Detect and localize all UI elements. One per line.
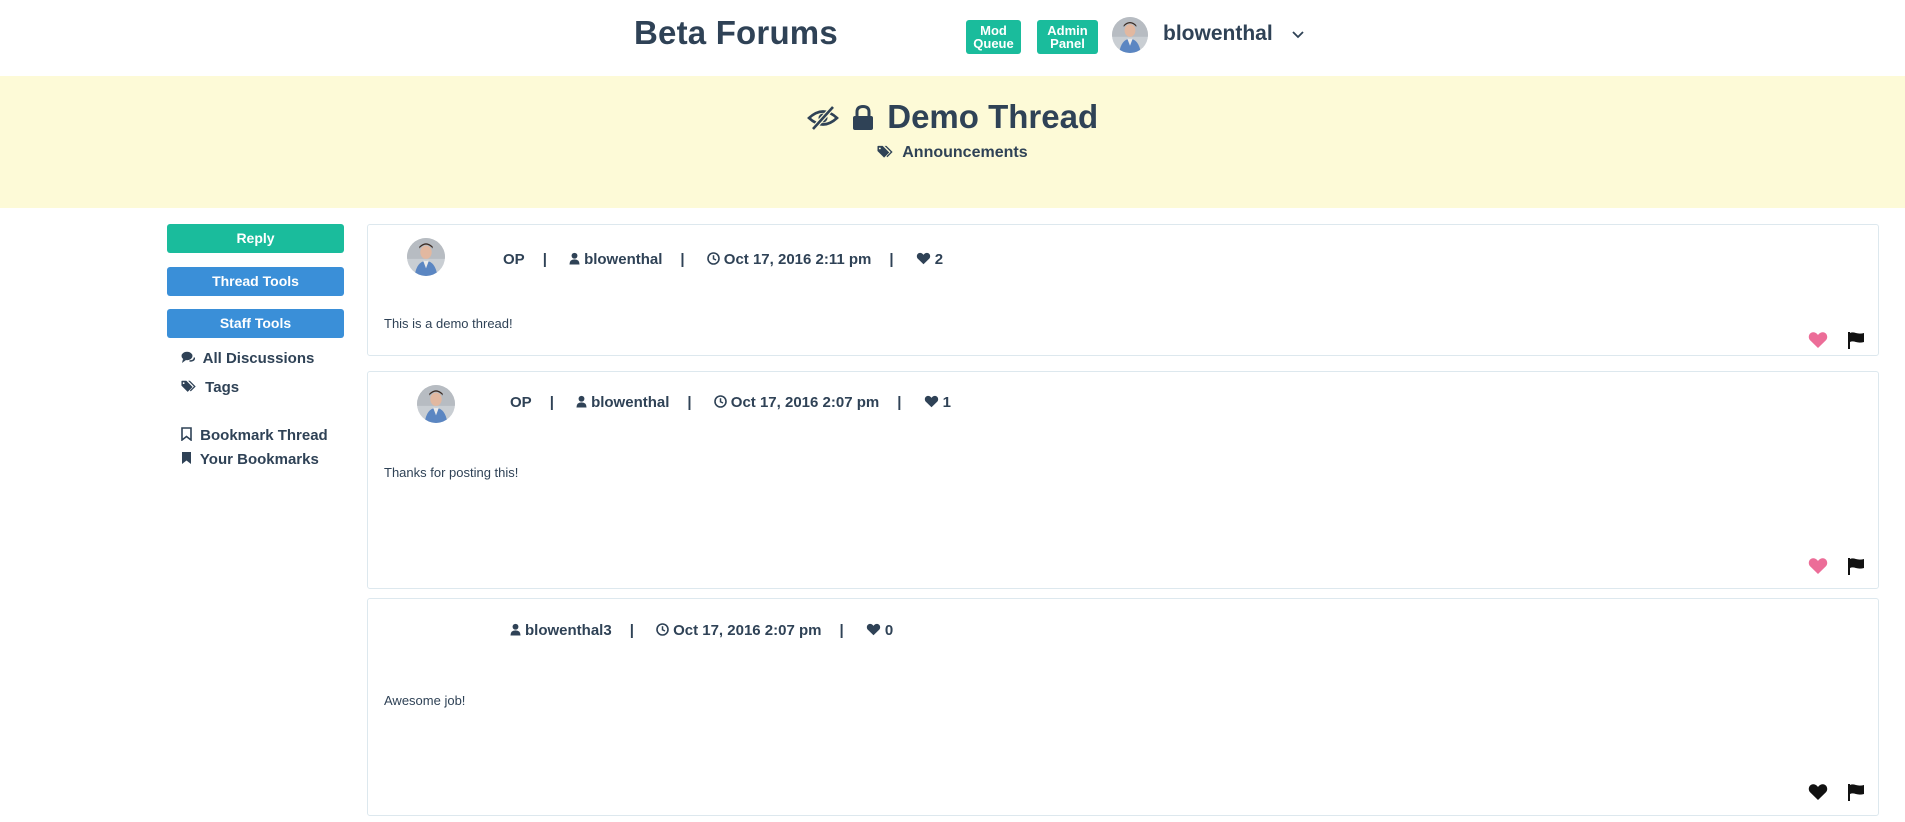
lock-icon xyxy=(853,105,874,130)
thread-tag-announcements[interactable]: Announcements xyxy=(902,144,1027,161)
post-body: Thanks for posting this! xyxy=(384,465,519,480)
all-discussions-link[interactable]: All Discussions xyxy=(181,350,314,367)
thread-title: Demo Thread xyxy=(887,98,1099,135)
post-meta: OP | blowenthal | Oct 17, 2016 2:07 pm | 1 xyxy=(510,394,951,411)
admin-panel-label-line2: Panel xyxy=(1050,36,1085,51)
post-like-count: 0 xyxy=(884,622,894,639)
bookmark-outline-icon xyxy=(181,427,192,441)
heart-icon xyxy=(866,623,881,636)
op-badge: OP xyxy=(510,394,532,411)
post-date[interactable]: Oct 17, 2016 2:07 pm xyxy=(673,622,821,639)
post-author[interactable]: blowenthal xyxy=(591,394,669,411)
eye-slash-icon xyxy=(806,105,839,131)
post-like-count: 2 xyxy=(934,251,944,268)
post-date[interactable]: Oct 17, 2016 2:07 pm xyxy=(731,394,879,411)
comments-icon xyxy=(181,351,195,363)
thread-banner: Demo Thread Announcements xyxy=(0,76,1905,208)
post-author[interactable]: blowenthal3 xyxy=(525,622,612,639)
user-icon xyxy=(569,252,580,265)
user-icon xyxy=(510,623,521,636)
flag-icon[interactable] xyxy=(1846,783,1866,801)
heart-icon xyxy=(924,395,939,408)
tags-icon xyxy=(877,145,894,159)
post-author-avatar[interactable] xyxy=(417,385,455,423)
your-bookmarks-link[interactable]: Your Bookmarks xyxy=(181,451,319,468)
admin-panel-button[interactable]: Admin Panel xyxy=(1037,20,1098,54)
post-body: Awesome job! xyxy=(384,693,466,708)
user-icon xyxy=(576,395,587,408)
mod-queue-button[interactable]: Mod Queue xyxy=(966,20,1021,54)
reply-button[interactable]: Reply xyxy=(167,224,344,253)
chevron-down-icon[interactable] xyxy=(1290,26,1306,42)
thread-tools-button[interactable]: Thread Tools xyxy=(167,267,344,296)
your-bookmarks-label: Your Bookmarks xyxy=(199,451,319,468)
flag-icon[interactable] xyxy=(1846,557,1866,575)
post-meta: OP | blowenthal | Oct 17, 2016 2:11 pm | 2 xyxy=(503,251,944,268)
mod-queue-label-line2: Queue xyxy=(973,36,1014,51)
clock-icon xyxy=(656,623,669,636)
like-heart-icon[interactable] xyxy=(1808,331,1828,349)
post-date[interactable]: Oct 17, 2016 2:11 pm xyxy=(724,251,872,268)
bookmark-icon xyxy=(182,452,191,464)
post-author[interactable]: blowenthal xyxy=(584,251,662,268)
heart-icon xyxy=(916,252,931,265)
all-discussions-label: All Discussions xyxy=(202,350,315,367)
clock-icon xyxy=(714,395,727,408)
tags-label: Tags xyxy=(205,379,240,396)
like-heart-icon[interactable] xyxy=(1808,783,1828,801)
post-author-avatar[interactable] xyxy=(407,238,445,276)
thread-title-row: Demo Thread xyxy=(0,98,1905,136)
brand-title[interactable]: Beta Forums xyxy=(634,14,838,52)
post-card: blowenthal3 | Oct 17, 2016 2:07 pm | 0 Awe… xyxy=(367,598,1879,816)
username-menu[interactable]: blowenthal xyxy=(1163,22,1273,46)
post-card: OP | blowenthal | Oct 17, 2016 2:07 pm | 1 … xyxy=(367,371,1879,589)
bookmark-thread-link[interactable]: Bookmark Thread xyxy=(181,427,328,444)
staff-tools-button[interactable]: Staff Tools xyxy=(167,309,344,338)
post-like-count: 1 xyxy=(942,394,951,411)
like-heart-icon[interactable] xyxy=(1808,557,1828,575)
op-badge: OP xyxy=(503,251,525,268)
clock-icon xyxy=(707,252,720,265)
thread-tags: Announcements xyxy=(0,144,1905,162)
top-bar: Beta Forums Mod Queue Admin Panel blowen… xyxy=(0,0,1905,76)
bookmark-thread-label: Bookmark Thread xyxy=(200,427,328,444)
post-body: This is a demo thread! xyxy=(384,316,513,331)
post-card: OP | blowenthal | Oct 17, 2016 2:11 pm | 2 … xyxy=(367,224,1879,356)
tags-icon xyxy=(181,380,197,393)
tags-link[interactable]: Tags xyxy=(181,379,239,396)
flag-icon[interactable] xyxy=(1846,331,1866,349)
user-avatar[interactable] xyxy=(1112,17,1148,53)
post-meta: blowenthal3 | Oct 17, 2016 2:07 pm | 0 xyxy=(510,622,893,639)
